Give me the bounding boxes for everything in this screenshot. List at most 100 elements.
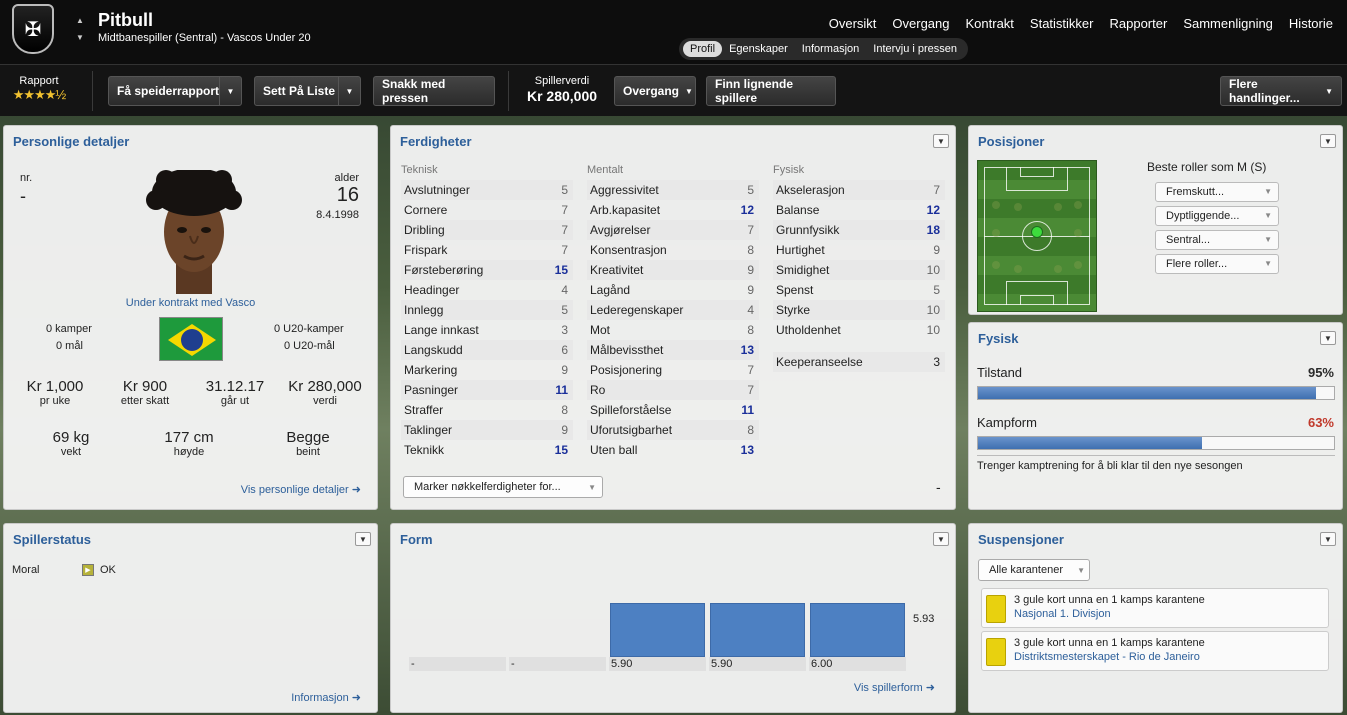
technical-column: Teknisk Avslutninger 5 Cornere 7 Dribling 7 Fr…	[401, 164, 573, 460]
attribute-row[interactable]: Førsteberøring 15	[401, 260, 573, 280]
attribute-row[interactable]: Lange innkast 3	[401, 320, 573, 340]
condition-bar	[977, 386, 1335, 400]
attribute-row[interactable]: Taklinger 9	[401, 420, 573, 440]
nav-history[interactable]: Historie	[1281, 16, 1341, 31]
nav-transfer[interactable]: Overgang	[884, 16, 957, 31]
attribute-row[interactable]: Smidighet 10	[773, 260, 945, 280]
attribute-row[interactable]: Dribling 7	[401, 220, 573, 240]
nav-comparison[interactable]: Sammenligning	[1175, 16, 1281, 31]
suspension-competition-link[interactable]: Distriktsmesterskapet - Rio de Janeiro	[1014, 651, 1200, 663]
attribute-row[interactable]: Markering 9	[401, 360, 573, 380]
attribute-value: 15	[554, 443, 568, 457]
attribute-row[interactable]: Utholdenhet 10	[773, 320, 945, 340]
nav-statistics[interactable]: Statistikker	[1022, 16, 1102, 31]
attribute-row[interactable]: Balanse 12	[773, 200, 945, 220]
club-crest-icon[interactable]: ✠	[12, 4, 54, 54]
panel-menu-chevron-icon[interactable]: ▼	[355, 532, 371, 546]
scout-report-button[interactable]: Få speiderrapport ▼	[108, 76, 242, 106]
role-advanced-select[interactable]: Fremskutt... ▼	[1155, 182, 1279, 202]
age-value: 16	[336, 184, 359, 206]
panel-menu-chevron-icon[interactable]: ▼	[933, 532, 949, 546]
role-more-select[interactable]: Flere roller... ▼	[1155, 254, 1279, 274]
panel-title: Form	[400, 532, 433, 547]
attribute-row[interactable]: Kreativitet 9	[587, 260, 759, 280]
tab-press-interview[interactable]: Intervju i pressen	[866, 41, 964, 57]
report-rating[interactable]: Rapport ★★★★½	[6, 75, 72, 103]
more-actions-button[interactable]: Flere handlinger... ▼	[1220, 76, 1342, 106]
suspension-filter-select[interactable]: Alle karantener ▼	[978, 559, 1090, 581]
nav-reports[interactable]: Rapporter	[1102, 16, 1176, 31]
attribute-row[interactable]: Pasninger 11	[401, 380, 573, 400]
attribute-value: 9	[747, 283, 754, 297]
view-personal-details-link[interactable]: Vis personlige detaljer ➜	[241, 483, 361, 496]
attribute-row[interactable]: Posisjonering 7	[587, 360, 759, 380]
panel-menu-chevron-icon[interactable]: ▼	[933, 134, 949, 148]
attribute-row[interactable]: Teknikk 15	[401, 440, 573, 460]
player-value: Spillerverdi Kr 280,000	[520, 75, 604, 104]
chevron-down-icon[interactable]: ▼	[219, 77, 241, 105]
report-label: Rapport	[19, 75, 59, 87]
tab-profile[interactable]: Profil	[683, 41, 723, 57]
attribute-row[interactable]: Langskudd 6	[401, 340, 573, 360]
attribute-row[interactable]: Avgjørelser 7	[587, 220, 759, 240]
attribute-row[interactable]: Ro 7	[587, 380, 759, 400]
role-central-select[interactable]: Sentral... ▼	[1155, 230, 1279, 250]
contract-status-link[interactable]: Under kontrakt med Vasco	[4, 297, 377, 309]
attribute-row[interactable]: Hurtighet 9	[773, 240, 945, 260]
attribute-row[interactable]: Grunnfysikk 18	[773, 220, 945, 240]
weight-label: vekt	[60, 446, 82, 458]
attribute-row[interactable]: Innlegg 5	[401, 300, 573, 320]
tab-information[interactable]: Informasjon	[795, 41, 866, 57]
attribute-row[interactable]: Styrke 10	[773, 300, 945, 320]
attribute-row[interactable]: Aggressivitet 5	[587, 180, 759, 200]
attribute-row[interactable]: Avslutninger 5	[401, 180, 573, 200]
suspension-item[interactable]: 3 gule kort unna en 1 kamps karantene Na…	[981, 588, 1329, 628]
suspension-item[interactable]: 3 gule kort unna en 1 kamps karantene Di…	[981, 631, 1329, 671]
form-bar[interactable]	[810, 603, 905, 657]
attribute-name: Lederegenskaper	[590, 303, 684, 317]
position-pitch-diagram[interactable]	[977, 160, 1097, 312]
transfer-button[interactable]: Overgang ▼	[614, 76, 696, 106]
attribute-row[interactable]: Straffer 8	[401, 400, 573, 420]
role-deep-select[interactable]: Dyptliggende... ▼	[1155, 206, 1279, 226]
talk-to-press-button[interactable]: Snakk med pressen	[373, 76, 495, 106]
attribute-row[interactable]: Cornere 7	[401, 200, 573, 220]
brazil-flag-icon[interactable]	[159, 317, 223, 361]
find-similar-button[interactable]: Finn lignende spillere	[706, 76, 836, 106]
key-attributes-select[interactable]: Marker nøkkelferdigheter for... ▼	[403, 476, 603, 498]
nav-contract[interactable]: Kontrakt	[958, 16, 1022, 31]
attribute-row[interactable]: Lagånd 9	[587, 280, 759, 300]
attribute-name: Dribling	[404, 223, 445, 237]
height-stat: 177 cm høyde	[144, 429, 234, 458]
prev-next-player-arrows[interactable]: ▲ ▼	[76, 12, 86, 46]
information-link[interactable]: Informasjon ➜	[291, 691, 361, 704]
attribute-row[interactable]: Spenst 5	[773, 280, 945, 300]
attribute-value: 12	[740, 203, 754, 217]
attribute-row[interactable]: Frispark 7	[401, 240, 573, 260]
form-bar[interactable]	[710, 603, 805, 657]
attribute-row[interactable]: Spilleforståelse 11	[587, 400, 759, 420]
attribute-row[interactable]: Uforutsigbarhet 8	[587, 420, 759, 440]
attribute-row[interactable]: Konsentrasjon 8	[587, 240, 759, 260]
attribute-row[interactable]: Akselerasjon 7	[773, 180, 945, 200]
nav-overview[interactable]: Oversikt	[821, 16, 885, 31]
attribute-row[interactable]: Uten ball 13	[587, 440, 759, 460]
panel-menu-chevron-icon[interactable]: ▼	[1320, 331, 1336, 345]
form-bar[interactable]	[610, 603, 705, 657]
skills-panel: Ferdigheter ▼ Teknisk Avslutninger 5 Corne…	[390, 125, 956, 510]
chevron-down-icon[interactable]: ▼	[338, 77, 360, 105]
divider	[508, 71, 509, 111]
panel-menu-chevron-icon[interactable]: ▼	[1320, 532, 1336, 546]
attribute-row[interactable]: Arb.kapasitet 12	[587, 200, 759, 220]
attribute-row[interactable]: Mot 8	[587, 320, 759, 340]
add-to-list-button[interactable]: Sett På Liste ▼	[254, 76, 361, 106]
panel-menu-chevron-icon[interactable]: ▼	[1320, 134, 1336, 148]
attribute-row[interactable]: Målbevissthet 13	[587, 340, 759, 360]
attribute-row[interactable]: Headinger 4	[401, 280, 573, 300]
form-match-rating-label: 6.00	[809, 657, 906, 671]
view-player-form-link[interactable]: Vis spillerform ➜	[854, 681, 935, 694]
tab-attributes[interactable]: Egenskaper	[722, 41, 795, 57]
attribute-row[interactable]: Lederegenskaper 4	[587, 300, 759, 320]
suspension-competition-link[interactable]: Nasjonal 1. Divisjon	[1014, 608, 1111, 620]
attribute-value: 9	[561, 423, 568, 437]
